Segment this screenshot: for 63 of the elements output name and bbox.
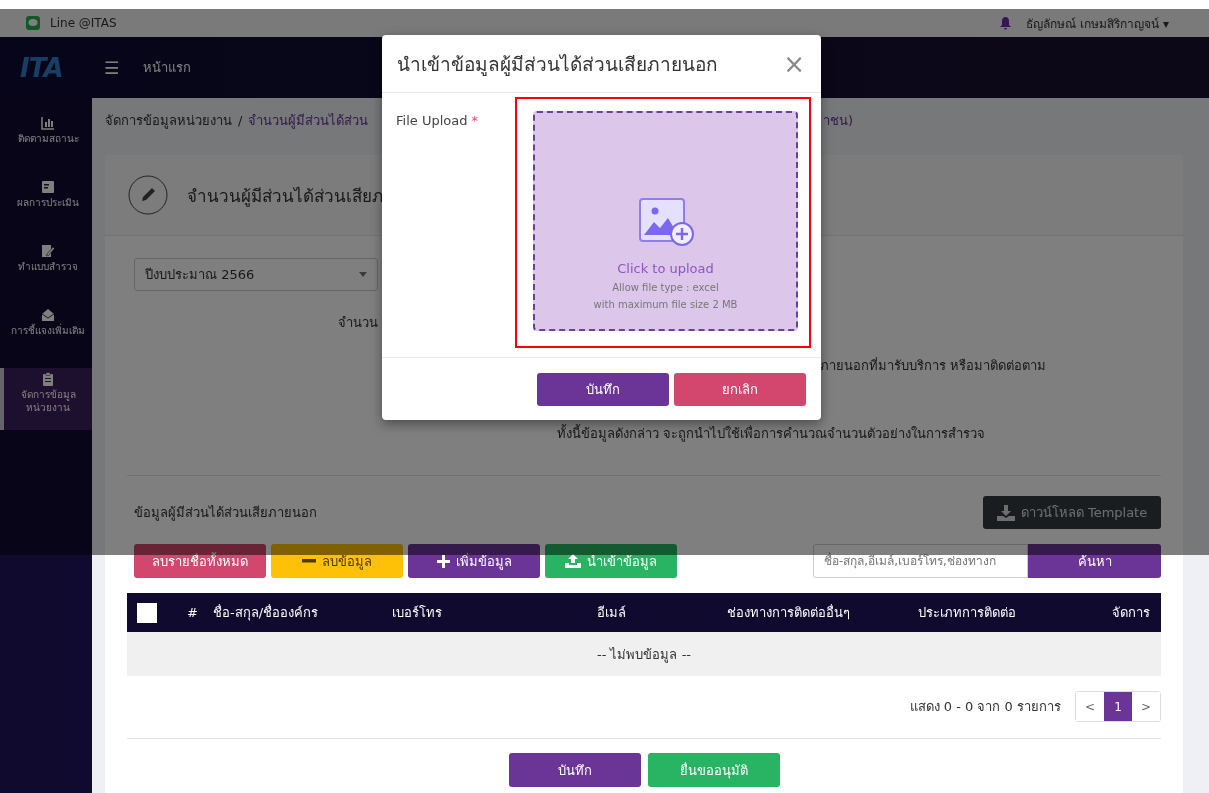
action-button[interactable]: ลบข้อมูล [271, 544, 403, 578]
breadcrumb-link[interactable]: จัดการข้อมูลหน่วยงาน [105, 109, 232, 131]
submit-button[interactable]: ยื่นขออนุมัติ [647, 753, 780, 787]
upload-icon [565, 554, 581, 568]
dialog-title: นำเข้าข้อมูลผู้มีส่วนได้ส่วนเสียภายนอก [397, 51, 718, 78]
close-button[interactable]: × [783, 50, 805, 77]
home-link[interactable]: หน้าแรก [143, 57, 192, 78]
download-icon [996, 504, 1015, 521]
note-text: ภายนอกที่มารับบริการ หรือมาติดต่อตาม [820, 357, 1048, 375]
select-all-checkbox[interactable] [137, 602, 157, 623]
year-select[interactable]: ปีงบประมาณ 2566 [134, 258, 378, 291]
breadcrumb-separator: / [238, 112, 243, 128]
action-button[interactable]: นำเข้าข้อมูล [545, 544, 677, 578]
bar-chart-icon [41, 116, 55, 130]
breadcrumb-current: จำนวนผู้มีส่วนได้ส่วน [248, 111, 369, 131]
upload-prompt: Click to upload [617, 261, 714, 276]
save-button[interactable]: บันทึก [508, 753, 641, 787]
note-text: ทั้งนี้ข้อมูลดังกล่าว จะถูกนำไปใช้เพื่อการคำนวณจำนวนตัวอย่างในการสำรวจ [557, 425, 987, 443]
action-button[interactable]: เพิ่มข้อมูล [408, 544, 540, 578]
column-header: ชื่อ-สกุล/ชื่อองค์กร [213, 605, 319, 620]
column-header: # [187, 605, 198, 620]
sidebar-item[interactable]: ผลการประเมิน [0, 176, 92, 240]
section-title: ข้อมูลผู้มีส่วนได้ส่วนเสียภายนอก [134, 504, 317, 523]
sidebar-item[interactable]: การชี้แจงเพิ่มเติม [0, 304, 92, 368]
envelope-icon [41, 308, 55, 322]
upload-hint: Allow file type : excel [612, 281, 719, 295]
clipboard-icon [41, 372, 55, 386]
pagination-summary: แสดง 0 - 0 จาก 0 รายการ [909, 698, 1061, 716]
image-add-icon [637, 197, 694, 247]
save-button[interactable]: บันทึก [537, 372, 669, 406]
search-field[interactable]: ชื่อ-สกุล,อีเมล์,เบอร์โทร,ช่องทางก [813, 544, 1028, 578]
pencil-icon [128, 175, 168, 215]
cancel-button[interactable]: ยกเลิก [674, 372, 806, 406]
sidebar-item[interactable]: จัดการข้อมูล หน่วยงาน [0, 368, 92, 430]
user-menu[interactable]: ธัญลักษณ์ เกษมสิริกาญจน์ ▾ [1026, 13, 1169, 33]
note-text: จำนวน [338, 314, 379, 332]
action-button[interactable]: ลบรายชื่อทั้งหมด [134, 544, 266, 578]
menu-icon[interactable]: ☰ [104, 57, 120, 78]
column-header: ประเภทการติดต่อ [918, 605, 1016, 620]
page-button[interactable]: 1 [1104, 692, 1132, 721]
download-template-button[interactable]: ดาวน์โหลด Template [983, 496, 1161, 529]
document-icon [41, 180, 55, 194]
column-header: อีเมล์ [597, 605, 626, 620]
edit-document-icon [41, 244, 55, 258]
minus-icon [302, 559, 316, 563]
required-mark: * [471, 113, 479, 128]
empty-message: -- ไม่พบข้อมูล -- [597, 645, 691, 665]
upload-hint: with maximum file size 2 MB [593, 298, 738, 312]
caret-icon [359, 272, 367, 277]
chat-bubble-icon [26, 16, 40, 30]
search-button[interactable]: ค้นหา [1028, 544, 1161, 578]
sidebar-item[interactable]: ทำแบบสำรวจ [0, 240, 92, 304]
plus-icon [436, 554, 450, 568]
field-label: File Upload [396, 113, 468, 128]
bell-icon[interactable] [999, 16, 1013, 30]
column-header: เบอร์โทร [392, 605, 442, 620]
column-header: จัดการ [1112, 605, 1150, 620]
breadcrumb-current: าชน) [822, 111, 853, 130]
column-header: ช่องทางการติดต่ออื่นๆ [727, 605, 850, 620]
upload-dropzone[interactable]: Click to upload Allow file type : excel with maximum file size 2 MB [533, 111, 798, 331]
app-label: Line @ITAS [50, 16, 117, 30]
sidebar-item[interactable]: ติดตามสถานะ [0, 112, 92, 176]
card-title: จำนวนผู้มีส่วนได้ส่วนเสียภ [187, 184, 383, 209]
